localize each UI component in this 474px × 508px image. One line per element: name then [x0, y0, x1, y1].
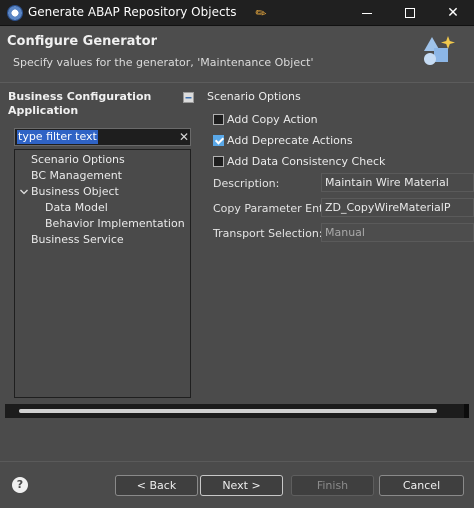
tree-item-business-service[interactable]: Business Service	[31, 232, 124, 248]
progress-bar	[5, 404, 469, 418]
left-panel-title: Business Configuration Application	[8, 90, 152, 117]
checkbox-box[interactable]	[213, 113, 224, 125]
checkbox-label: Add Data Consistency Check	[227, 154, 386, 168]
tree-item-business-object[interactable]: Business Object	[31, 184, 119, 200]
progress-fill	[19, 409, 437, 413]
dialog-window: Generate ABAP Repository Objects ✎ ✕ Con…	[0, 0, 474, 508]
eclipse-icon	[7, 5, 23, 21]
filter-field[interactable]: type filter text ✕	[14, 128, 191, 146]
tree-item-scenario-options[interactable]: Scenario Options	[31, 152, 125, 168]
collapse-all-icon[interactable]	[183, 92, 194, 103]
chevron-down-icon[interactable]	[19, 184, 29, 200]
clear-filter-icon[interactable]: ✕	[179, 130, 190, 144]
minimize-icon	[362, 12, 372, 14]
minimize-button[interactable]	[346, 0, 388, 26]
pin-icon[interactable]: ✎	[253, 2, 275, 24]
description-label: Description:	[213, 177, 280, 190]
maximize-icon	[405, 8, 415, 18]
add-deprecate-actions-checkbox[interactable]: Add Deprecate Actions	[213, 132, 353, 148]
back-button[interactable]: < Back	[115, 475, 198, 496]
close-icon: ✕	[447, 5, 459, 21]
checkbox-label: Add Copy Action	[227, 112, 318, 126]
checkbox-box[interactable]	[213, 155, 224, 167]
page-title: Configure Generator	[7, 34, 157, 49]
tree-item-data-model[interactable]: Data Model	[45, 200, 108, 216]
transport-selection-label: Transport Selection: *	[213, 227, 332, 240]
copy-parameter-entity-input[interactable]	[321, 198, 474, 217]
wizard-shapes-icon	[424, 36, 455, 65]
window-title: Generate ABAP Repository Objects	[28, 5, 237, 19]
config-tree[interactable]: Scenario Options BC Management Business …	[14, 149, 191, 398]
help-icon[interactable]: ?	[12, 477, 28, 493]
title-bar[interactable]: Generate ABAP Repository Objects ✎ ✕	[0, 0, 474, 26]
progress-end	[464, 404, 469, 418]
add-data-consistency-check-checkbox[interactable]: Add Data Consistency Check	[213, 153, 385, 169]
wizard-header: Configure Generator Specify values for t…	[0, 27, 474, 83]
cancel-button[interactable]: Cancel	[379, 475, 464, 496]
button-bar: ? < Back Next > Finish Cancel	[0, 461, 474, 508]
transport-selection-input	[321, 223, 474, 242]
finish-button: Finish	[291, 475, 374, 496]
next-button[interactable]: Next >	[200, 475, 283, 496]
tree-item-behavior-implementation[interactable]: Behavior Implementation	[45, 216, 185, 232]
page-description: Specify values for the generator, 'Maint…	[13, 56, 314, 69]
checkbox-label: Add Deprecate Actions	[227, 133, 353, 147]
right-panel-title: Scenario Options	[207, 90, 301, 103]
close-button[interactable]: ✕	[432, 0, 474, 26]
filter-input[interactable]: type filter text	[17, 130, 98, 144]
add-copy-action-checkbox[interactable]: Add Copy Action	[213, 111, 318, 127]
tree-item-bc-management[interactable]: BC Management	[31, 168, 122, 184]
maximize-button[interactable]	[389, 0, 431, 26]
checkbox-box[interactable]	[213, 134, 224, 146]
description-input[interactable]	[321, 173, 474, 192]
